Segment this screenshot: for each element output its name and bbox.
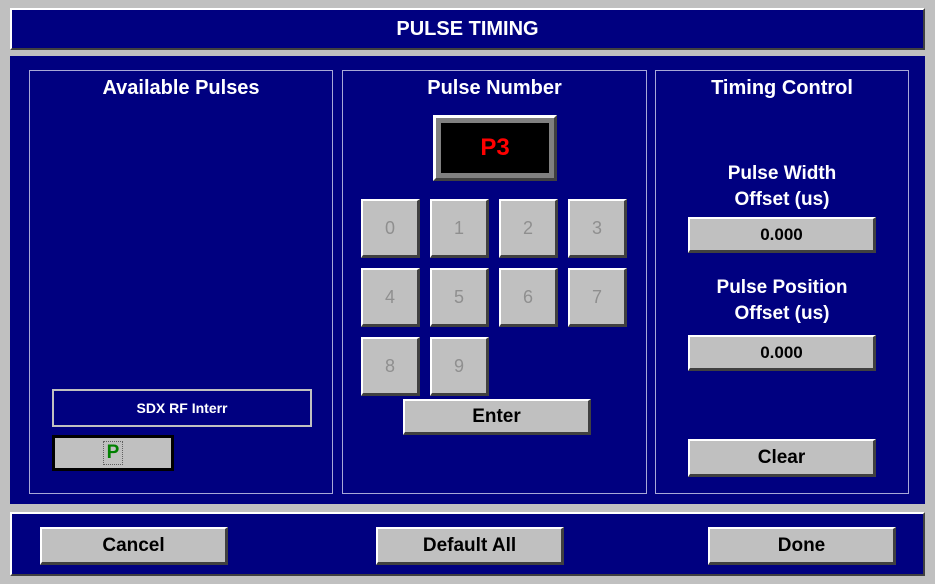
cancel-label: Cancel: [102, 534, 165, 556]
key-5[interactable]: 5: [430, 268, 489, 327]
timing-control-heading: Timing Control: [711, 77, 853, 99]
key-4[interactable]: 4: [361, 268, 420, 327]
pulse-number-panel: Pulse Number P3 0 1 2 3 4 5 6 7 8 9 Ente…: [342, 70, 647, 494]
enter-button[interactable]: Enter: [403, 399, 591, 435]
key-3[interactable]: 3: [568, 199, 627, 258]
key-9[interactable]: 9: [430, 337, 489, 396]
default-all-label: Default All: [422, 534, 517, 556]
pulse-position-label-line2: Offset (us): [734, 303, 830, 324]
timing-control-panel: Timing Control Pulse Width Offset (us) 0…: [655, 70, 909, 494]
available-pulses-heading: Available Pulses: [102, 77, 260, 99]
default-all-button[interactable]: Default All: [376, 527, 564, 565]
clear-label: Clear: [757, 446, 806, 468]
pulse-width-offset-field[interactable]: 0.000: [688, 217, 876, 253]
pulse-position-offset-value: 0.000: [760, 342, 803, 362]
key-0[interactable]: 0: [361, 199, 420, 258]
pulse-number-display: P3: [441, 123, 549, 173]
done-button[interactable]: Done: [708, 527, 896, 565]
pulse-number-display-frame: P3: [433, 115, 557, 181]
done-label: Done: [777, 534, 826, 556]
key-6[interactable]: 6: [499, 268, 558, 327]
pulse-width-label-line2: Offset (us): [734, 189, 830, 210]
cancel-button[interactable]: Cancel: [40, 527, 228, 565]
pulse-width-label-line1: Pulse Width: [727, 163, 837, 184]
pulse-width-offset-value: 0.000: [760, 224, 803, 244]
pulse-name: SDX RF Interr: [136, 400, 228, 416]
enter-label: Enter: [472, 405, 521, 427]
key-2[interactable]: 2: [499, 199, 558, 258]
pulse-list-item[interactable]: SDX RF Interr: [52, 389, 312, 427]
pulse-position-label-line1: Pulse Position: [716, 277, 848, 298]
window-title: PULSE TIMING: [396, 17, 539, 40]
title-bar: PULSE TIMING: [10, 8, 925, 50]
key-8[interactable]: 8: [361, 337, 420, 396]
pulse-letter-button[interactable]: P: [52, 435, 174, 471]
key-7[interactable]: 7: [568, 268, 627, 327]
pulse-position-offset-field[interactable]: 0.000: [688, 335, 876, 371]
available-pulses-panel: Available Pulses SDX RF Interr P: [29, 70, 333, 494]
key-1[interactable]: 1: [430, 199, 489, 258]
footer-bar: Cancel Default All Done: [10, 512, 925, 576]
clear-button[interactable]: Clear: [688, 439, 876, 477]
pulse-number-heading: Pulse Number: [427, 77, 562, 99]
main-area: Available Pulses SDX RF Interr P Pulse N…: [10, 56, 925, 504]
pulse-letter: P: [102, 441, 124, 465]
